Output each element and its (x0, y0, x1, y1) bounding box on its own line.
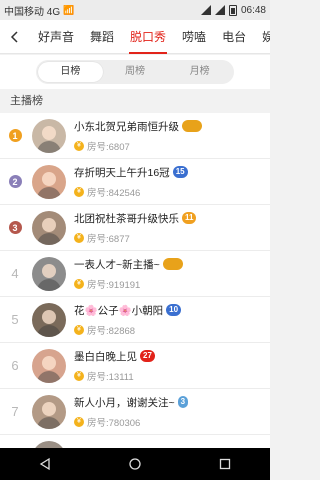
tab-period[interactable]: 日榜 (38, 62, 103, 82)
avatar[interactable] (32, 302, 66, 337)
rank-number: 7 (11, 404, 19, 419)
anchor-info: 花🌸公子🌸小朝阳 10 ¥ 房号:82868 (74, 303, 270, 337)
rank-number: 3 (6, 221, 24, 234)
tab-category[interactable]: 脱口秀 (122, 20, 174, 54)
tab-category[interactable]: 舞蹈 (82, 20, 122, 54)
avatar[interactable] (32, 394, 66, 429)
rank-number: 2 (6, 175, 24, 188)
carrier-label: 中国移动 4G (4, 6, 61, 18)
list-item[interactable]: 4 一表人才~新主播~ ¥ 房号:919191 (0, 251, 270, 297)
coin-icon: ¥ (74, 324, 84, 335)
anchor-info: 一表人才~新主播~ ¥ 房号:919191 (74, 257, 270, 291)
period-switch: 日榜 周榜 月榜 (0, 55, 270, 89)
list-item[interactable]: 3 北团祝杜茶哥升级快乐 11 ¥ 房号:6877 (0, 205, 270, 251)
anchor-name: 花🌸公子🌸小朝阳 (74, 304, 164, 317)
level-badge (182, 120, 202, 132)
status-bar: 中国移动 4G 📶 06:48 (0, 0, 270, 20)
coin-icon: ¥ (74, 370, 84, 381)
signal-icon (214, 5, 225, 15)
anchor-name: 北团祝杜茶哥升级快乐 (74, 212, 179, 225)
list-item[interactable]: 2 存折明天上午升16冠 15 ¥ 房号:842546 (0, 159, 270, 205)
clock: 06:48 (240, 4, 266, 16)
list-item[interactable]: 6 墨白白晚上见 27 ¥ 房号:13111 (0, 343, 270, 389)
list-item[interactable]: 1 小东北贺兄弟雨恒升级 ¥ 房号:6807 (0, 113, 270, 159)
anchor-info: 北团祝杜茶哥升级快乐 11 ¥ 房号:6877 (74, 211, 270, 245)
room-number: 房号:919191 (87, 279, 141, 291)
period-tabs: 日榜 周榜 月榜 (36, 60, 234, 84)
avatar[interactable] (32, 164, 66, 199)
level-badge (162, 258, 183, 270)
avatar[interactable] (32, 348, 66, 383)
system-nav-bar (0, 448, 270, 480)
avatar[interactable] (32, 210, 66, 245)
anchor-info: 新人小月，谢谢关注~ 3 ¥ 房号:780306 (74, 395, 270, 429)
room-number: 房号:780306 (87, 417, 141, 429)
section-title: 主播榜 (0, 89, 270, 113)
anchor-name: 小东北贺兄弟雨恒升级 (74, 120, 179, 133)
back-button[interactable] (0, 20, 30, 54)
anchor-info: 存折明天上午升16冠 15 ¥ 房号:842546 (74, 165, 270, 199)
room-number: 房号:6877 (87, 233, 130, 245)
list-item[interactable]: 7 新人小月，谢谢关注~ 3 ¥ 房号:780306 (0, 389, 270, 435)
rank-number: 5 (11, 312, 19, 327)
anchor-info: 小东北贺兄弟雨恒升级 ¥ 房号:6807 (74, 119, 270, 153)
room-number: 房号:13111 (87, 371, 134, 383)
rank-number: 4 (11, 266, 19, 281)
anchor-name: 墨白白晚上见 (74, 350, 137, 363)
no-sim-icon (200, 5, 211, 15)
level-badge: 10 (166, 304, 182, 316)
home-nav-icon[interactable] (128, 457, 142, 471)
avatar[interactable] (32, 440, 66, 448)
status-right: 06:48 (200, 4, 266, 16)
anchor-name: 一表人才~新主播~ (74, 258, 160, 271)
recents-nav-icon[interactable] (218, 457, 232, 471)
level-badge: 11 (182, 212, 197, 224)
back-nav-icon[interactable] (38, 457, 52, 471)
tab-category[interactable]: 电台 (214, 20, 254, 54)
list-item[interactable]: 5 花🌸公子🌸小朝阳 10 ¥ 房号:82868 (0, 297, 270, 343)
tab-period[interactable]: 周榜 (103, 62, 168, 82)
coin-icon: ¥ (74, 278, 84, 289)
list-item[interactable]: 89232金牌代理海风19 (0, 435, 270, 448)
tab-category[interactable]: 好声音 (30, 20, 82, 54)
tab-category[interactable]: 娱 (254, 20, 270, 54)
level-badge: 27 (140, 350, 155, 362)
battery-icon (228, 4, 237, 16)
coin-icon: ¥ (74, 140, 84, 151)
anchor-ranking-list: 1 小东北贺兄弟雨恒升级 ¥ 房号:6807 2 存折明天上午升16冠 15 ¥ 房号:8425… (0, 113, 270, 448)
level-badge: 15 (172, 166, 188, 178)
tab-period[interactable]: 月榜 (167, 62, 232, 82)
rank-number: 6 (11, 358, 19, 373)
coin-icon: ¥ (74, 416, 84, 427)
room-number: 房号:842546 (87, 187, 141, 199)
anchor-name: 新人小月，谢谢关注~ (74, 396, 175, 409)
category-nav: 好声音 舞蹈 脱口秀 唠嗑 电台娱 (0, 20, 270, 54)
rank-number: 1 (6, 129, 24, 142)
back-arrow-icon (10, 30, 18, 43)
tab-category[interactable]: 唠嗑 (174, 20, 214, 54)
coin-icon: ¥ (74, 232, 84, 243)
anchor-name: 存折明天上午升16冠 (74, 166, 170, 179)
category-tabs: 好声音 舞蹈 脱口秀 唠嗑 电台娱 (30, 20, 270, 54)
anchor-info: 墨白白晚上见 27 ¥ 房号:13111 (74, 349, 270, 383)
avatar[interactable] (32, 256, 66, 291)
coin-icon: ¥ (74, 186, 84, 197)
level-badge: 3 (177, 396, 189, 408)
wifi-icon: 📶 (63, 4, 75, 15)
room-number: 房号:82868 (87, 325, 136, 337)
room-number: 房号:6807 (87, 141, 130, 153)
avatar[interactable] (32, 118, 66, 153)
